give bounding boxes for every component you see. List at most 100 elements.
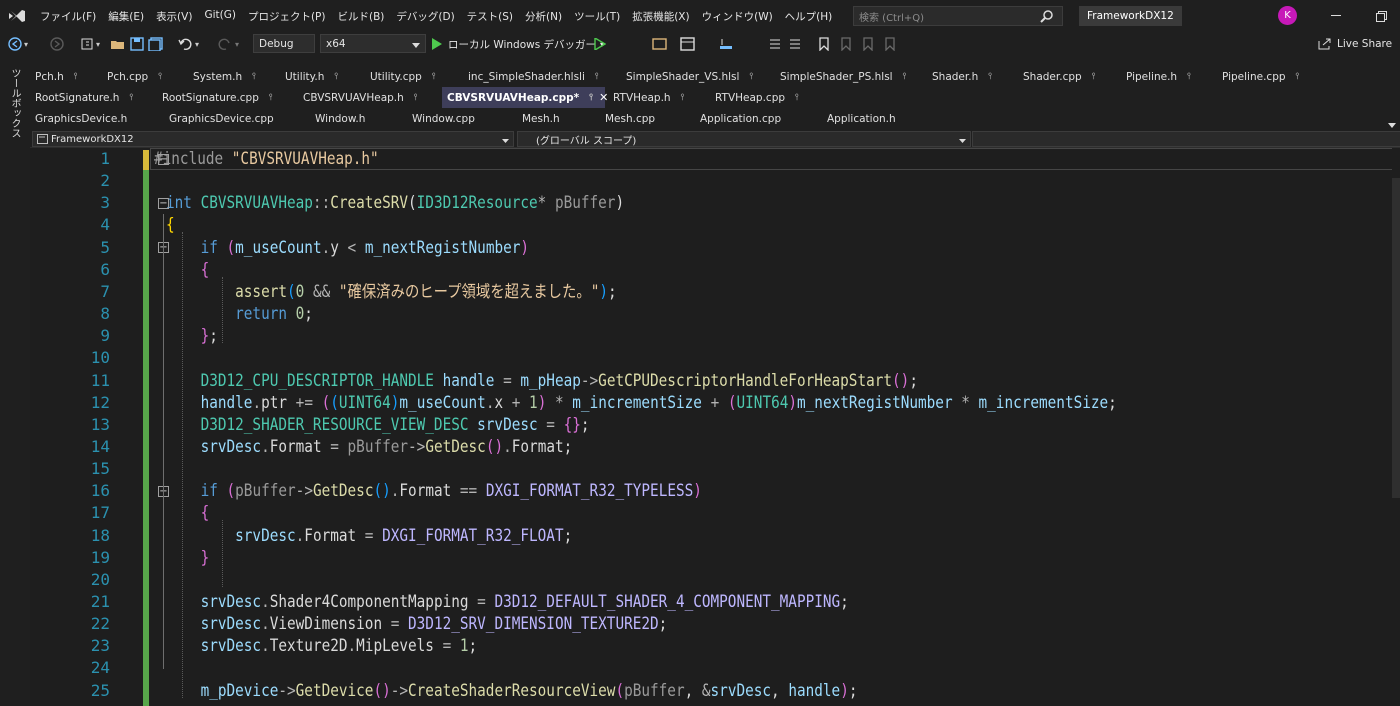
pin-icon[interactable]: ⫯ (988, 72, 992, 82)
document-tab[interactable]: Window.cpp (407, 108, 515, 129)
collapse-region-icon[interactable]: − (158, 197, 169, 209)
pin-icon[interactable]: ⫯ (749, 72, 753, 82)
menu-item[interactable]: ウィンドウ(W) (696, 9, 779, 24)
pin-icon[interactable]: ⫯ (252, 72, 256, 82)
menu-item[interactable]: 分析(N) (519, 9, 568, 24)
code-line[interactable]: }; (166, 325, 218, 347)
menu-item[interactable]: ファイル(F) (34, 9, 102, 24)
pin-icon[interactable]: ⫯ (334, 72, 338, 82)
member-dropdown[interactable] (972, 131, 1400, 147)
code-line[interactable]: { (166, 259, 210, 281)
pin-icon[interactable]: ⫯ (795, 93, 799, 103)
menu-item[interactable]: ヘルプ(H) (779, 9, 839, 24)
code-line[interactable]: int CBVSRVUAVHeap::CreateSRV(ID3D12Resou… (166, 192, 624, 214)
code-line[interactable]: m_pDevice->GetDevice()->CreateShaderReso… (166, 680, 858, 702)
document-tab[interactable]: Pipeline.h ⫯ (1121, 66, 1215, 87)
document-tab[interactable]: Utility.h ⫯ (280, 66, 363, 87)
pin-icon[interactable]: ⫯ (129, 93, 133, 103)
document-tab[interactable]: Window.h (310, 108, 405, 129)
pin-icon[interactable]: ⫯ (1187, 72, 1191, 82)
pin-icon[interactable]: ⫯ (414, 93, 418, 103)
new-project-icon[interactable]: ▾ (80, 36, 100, 52)
document-tab[interactable]: CBVSRVUAVHeap.h ⫯ (298, 87, 440, 108)
document-tab[interactable]: Mesh.cpp (600, 108, 693, 129)
document-tab[interactable]: CBVSRVUAVHeap.cpp* ⫯ ✕ (442, 87, 608, 108)
scrollbar-thumb[interactable] (1392, 178, 1400, 498)
document-tab[interactable]: Application.h (822, 108, 932, 129)
save-icon[interactable] (130, 36, 144, 52)
menu-item[interactable]: 拡張機能(X) (626, 9, 695, 24)
document-tab[interactable]: RTVHeap.h ⫯ (608, 87, 708, 108)
code-line[interactable]: srvDesc.Format = pBuffer->GetDesc().Form… (166, 436, 573, 458)
code-line[interactable]: D3D12_SHADER_RESOURCE_VIEW_DESC srvDesc … (166, 414, 590, 436)
account-avatar[interactable]: K (1278, 6, 1297, 25)
comment-out-icon[interactable] (768, 36, 784, 52)
document-tab[interactable]: Pipeline.cpp ⫯ (1217, 66, 1321, 87)
code-line[interactable]: srvDesc.ViewDimension = D3D12_SRV_DIMENS… (166, 613, 668, 635)
uncomment-icon[interactable] (788, 36, 804, 52)
menu-item[interactable]: Git(G) (198, 9, 242, 24)
document-tab[interactable]: RootSignature.h ⫯ (30, 87, 155, 108)
solution-configuration-select[interactable]: Debug (253, 34, 315, 53)
menu-item[interactable]: プロジェクト(P) (242, 9, 332, 24)
code-line[interactable]: srvDesc.Texture2D.MipLevels = 1; (166, 635, 478, 657)
document-tab[interactable]: RTVHeap.cpp ⫯ (710, 87, 820, 108)
start-without-debugging-icon[interactable] (594, 36, 606, 52)
pin-icon[interactable]: ⫯ (269, 93, 273, 103)
document-tab[interactable]: SimpleShader_PS.hlsl ⫯ (775, 66, 925, 87)
code-line[interactable]: srvDesc.Shader4ComponentMapping = D3D12_… (166, 591, 849, 613)
open-folder-icon[interactable] (110, 36, 126, 52)
step-icon[interactable] (718, 36, 734, 52)
code-line[interactable]: srvDesc.Format = DXGI_FORMAT_R32_FLOAT; (166, 525, 572, 547)
pin-icon[interactable]: ⫯ (681, 93, 685, 103)
pin-icon[interactable]: ⫯ (432, 72, 436, 82)
restore-window-button[interactable] (1372, 8, 1390, 24)
scope-dropdown[interactable]: (グローバル スコープ) (517, 131, 971, 147)
redo-icon[interactable]: ▾ (218, 36, 239, 52)
visual-studio-logo-icon[interactable] (0, 9, 34, 23)
vertical-scrollbar[interactable] (1392, 148, 1400, 706)
menu-item[interactable]: ツール(T) (568, 9, 626, 24)
code-line[interactable]: #include "CBVSRVUAVHeap.h" (154, 148, 379, 170)
menu-item[interactable]: ビルド(B) (331, 9, 390, 24)
undo-icon[interactable]: ▾ (178, 36, 199, 52)
pin-icon[interactable]: ⫯ (1296, 72, 1300, 82)
code-line[interactable]: { (166, 214, 175, 236)
next-bookmark-icon[interactable] (862, 36, 874, 52)
code-line[interactable]: assert(0 && "確保済みのヒープ領域を超えました。"); (166, 281, 616, 303)
layout-icon[interactable] (680, 36, 696, 52)
prev-bookmark-icon[interactable] (840, 36, 852, 52)
bookmark-icon[interactable] (818, 36, 830, 52)
toolbox-label[interactable]: ツールボックス (7, 68, 22, 138)
save-all-icon[interactable] (148, 36, 164, 52)
pin-icon[interactable]: ⫯ (589, 93, 593, 103)
document-tab[interactable]: Shader.h ⫯ (927, 66, 1016, 87)
minimize-window-button[interactable] (1327, 8, 1345, 24)
pin-icon[interactable]: ⫯ (1092, 72, 1096, 82)
pin-icon[interactable]: ⫯ (595, 72, 599, 82)
code-line[interactable]: if (m_useCount.y < m_nextRegistNumber) (166, 237, 529, 259)
code-line[interactable]: return 0; (166, 303, 313, 325)
close-tab-icon[interactable]: ✕ (599, 91, 608, 104)
pin-icon[interactable]: ⫯ (158, 72, 162, 82)
project-dropdown[interactable]: FrameworkDX12 (32, 131, 514, 147)
start-debugging-button[interactable]: ローカル Windows デバッガー ▾ (431, 35, 604, 53)
browse-icon[interactable] (652, 36, 668, 52)
collapse-region-icon[interactable]: − (158, 153, 169, 165)
code-line[interactable]: { (166, 502, 210, 524)
document-tab[interactable]: Utility.cpp ⫯ (365, 66, 461, 87)
toolbox-side-panel[interactable]: ツールボックス (0, 56, 30, 706)
code-editor[interactable]: 1 2 3 4 5 6 7 8 9 10 11 12 13 14 15 16 17 18 19 20 21 22 23 24 2… (30, 148, 1400, 706)
menu-item[interactable]: テスト(S) (461, 9, 519, 24)
document-tab[interactable]: GraphicsDevice.cpp (164, 108, 308, 129)
code-line[interactable]: if (pBuffer->GetDesc().Format == DXGI_FO… (166, 480, 702, 502)
clear-bookmarks-icon[interactable] (884, 36, 896, 52)
pin-icon[interactable]: ⫯ (903, 72, 907, 82)
code-line[interactable]: handle.ptr += ((UINT64)m_useCount.x + 1)… (166, 392, 1117, 414)
pin-icon[interactable]: ⫯ (74, 72, 78, 82)
forward-navigation-icon[interactable] (50, 36, 64, 52)
document-tab[interactable]: Pch.h ⫯ (30, 66, 100, 87)
live-share-button[interactable]: Live Share (1318, 36, 1392, 52)
menu-item[interactable]: 表示(V) (150, 9, 198, 24)
document-tab[interactable]: RootSignature.cpp ⫯ (157, 87, 296, 108)
